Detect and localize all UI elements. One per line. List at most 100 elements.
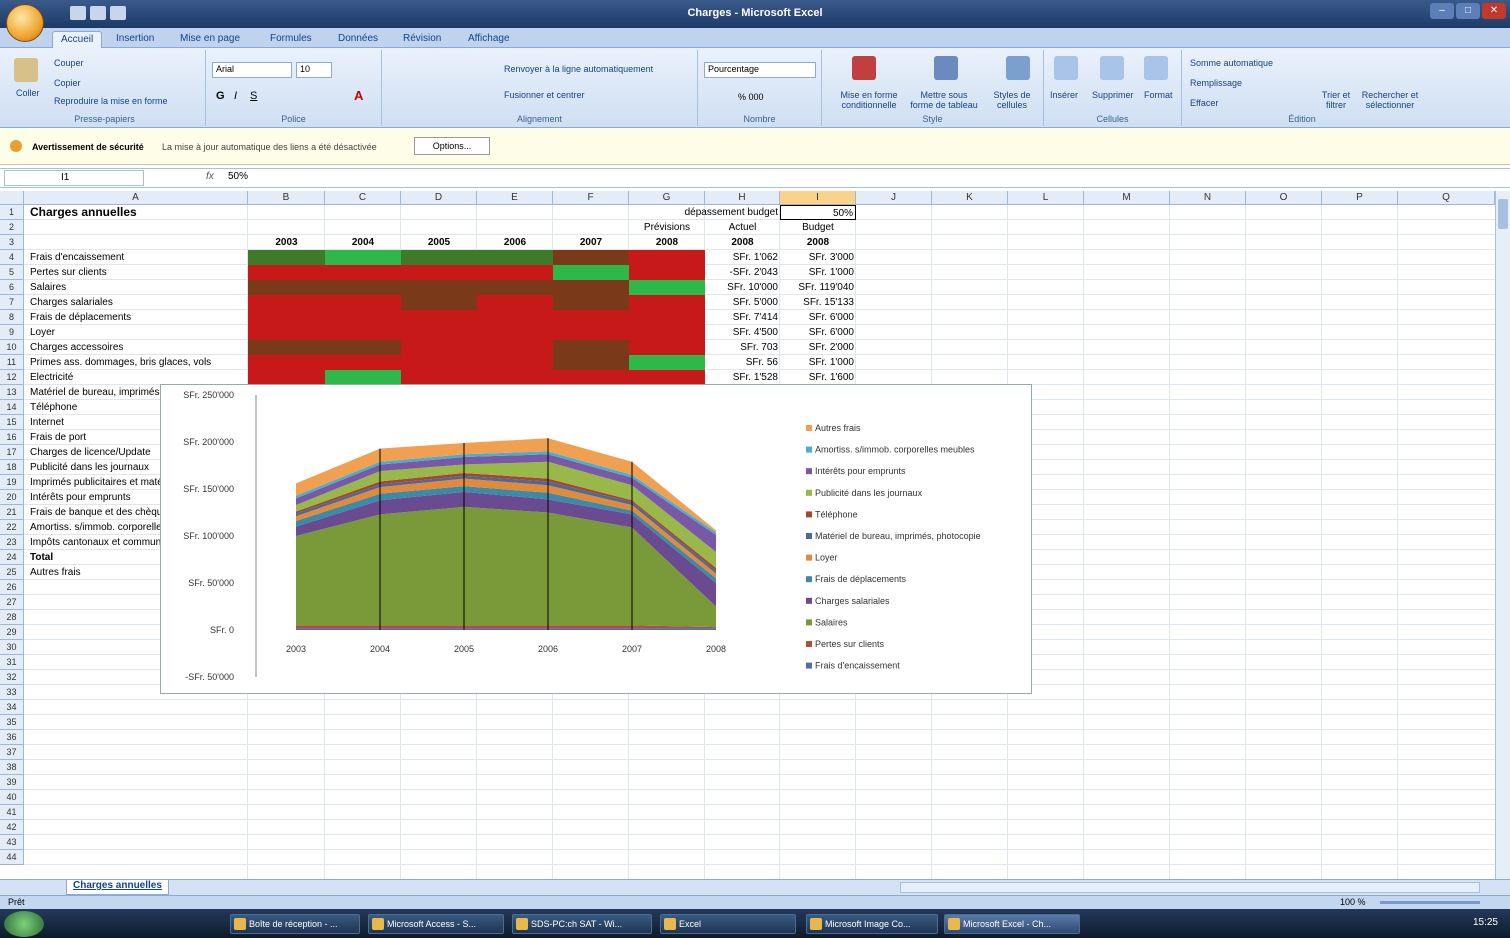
row-header[interactable]: 23 (0, 535, 24, 550)
row-header[interactable]: 42 (0, 820, 24, 835)
row-header[interactable]: 35 (0, 715, 24, 730)
row-header[interactable]: 33 (0, 685, 24, 700)
actual-value[interactable]: SFr. 1'528 (705, 370, 780, 385)
column-header-i[interactable]: I (780, 191, 856, 205)
name-box[interactable]: I1 (4, 170, 144, 186)
column-header-k[interactable]: K (932, 191, 1008, 205)
row-header[interactable]: 20 (0, 490, 24, 505)
heatmap-cell[interactable] (477, 370, 553, 385)
merge-center-button[interactable]: Fusionner et centrer (504, 90, 585, 100)
task-image[interactable]: Microsoft Image Co... (806, 914, 938, 934)
column-header-b[interactable]: B (248, 191, 325, 205)
column-header-f[interactable]: F (553, 191, 629, 205)
budget-value[interactable]: SFr. 1'000 (780, 355, 856, 370)
column-header-o[interactable]: O (1246, 191, 1322, 205)
heatmap-cell[interactable] (325, 340, 401, 355)
row-header[interactable]: 3 (0, 235, 24, 250)
formula-input[interactable]: 50% (228, 171, 248, 182)
insert-button[interactable]: Insérer (1050, 90, 1078, 100)
row-header[interactable]: 13 (0, 385, 24, 400)
heatmap-cell[interactable] (477, 280, 553, 295)
column-header-e[interactable]: E (477, 191, 553, 205)
font-name-select[interactable]: Arial (212, 62, 292, 78)
row-header[interactable]: 11 (0, 355, 24, 370)
sort-filter-button[interactable]: Trier et filtrer (1314, 90, 1358, 110)
column-header-n[interactable]: N (1170, 191, 1246, 205)
heatmap-cell[interactable] (477, 295, 553, 310)
format-painter-button[interactable]: Reproduire la mise en forme (54, 96, 168, 106)
heatmap-cell[interactable] (629, 250, 705, 265)
row-header[interactable]: 24 (0, 550, 24, 565)
row-header[interactable]: 27 (0, 595, 24, 610)
heatmap-cell[interactable] (401, 370, 477, 385)
row-header[interactable]: 5 (0, 265, 24, 280)
heatmap-cell[interactable] (248, 295, 325, 310)
tab-accueil[interactable]: Accueil (52, 31, 103, 48)
heatmap-cell[interactable] (477, 310, 553, 325)
area-chart[interactable]: SFr. 250'000 SFr. 200'000 SFr. 150'000 SFr.… (160, 384, 1032, 694)
scroll-thumb[interactable] (1498, 199, 1508, 229)
column-header-c[interactable]: C (325, 191, 401, 205)
maximize-button[interactable]: □ (1456, 3, 1480, 19)
row-header[interactable]: 34 (0, 700, 24, 715)
actual-value[interactable]: -SFr. 2'043 (705, 265, 780, 280)
heatmap-cell[interactable] (325, 250, 401, 265)
heatmap-cell[interactable] (325, 355, 401, 370)
heatmap-cell[interactable] (629, 325, 705, 340)
column-header-m[interactable]: M (1084, 191, 1170, 205)
column-header-g[interactable]: G (629, 191, 705, 205)
actual-value[interactable]: SFr. 1'062 (705, 250, 780, 265)
heatmap-cell[interactable] (401, 280, 477, 295)
column-header-p[interactable]: P (1322, 191, 1398, 205)
budget-value[interactable]: SFr. 119'040 (780, 280, 856, 295)
row-header[interactable]: 10 (0, 340, 24, 355)
heatmap-cell[interactable] (629, 370, 705, 385)
heatmap-cell[interactable] (553, 265, 629, 280)
heatmap-cell[interactable] (629, 310, 705, 325)
heatmap-cell[interactable] (553, 340, 629, 355)
row-header[interactable]: 8 (0, 310, 24, 325)
budget-value[interactable]: SFr. 1'000 (780, 265, 856, 280)
heatmap-cell[interactable] (553, 325, 629, 340)
column-header-q[interactable]: Q (1398, 191, 1495, 205)
heatmap-cell[interactable] (248, 280, 325, 295)
underline-button[interactable]: S (250, 90, 257, 102)
actual-value[interactable]: SFr. 4'500 (705, 325, 780, 340)
zoom-level[interactable]: 100 % (1340, 897, 1366, 907)
overrun-input[interactable]: 50% (780, 205, 856, 220)
vertical-scrollbar[interactable] (1495, 191, 1510, 879)
percent-button[interactable]: % 000 (738, 92, 764, 102)
row-header[interactable]: 19 (0, 475, 24, 490)
start-button[interactable] (4, 911, 44, 937)
font-size-select[interactable]: 10 (296, 62, 332, 78)
heatmap-cell[interactable] (325, 295, 401, 310)
heatmap-cell[interactable] (401, 340, 477, 355)
heatmap-cell[interactable] (401, 295, 477, 310)
row-header[interactable]: 6 (0, 280, 24, 295)
delete-cells-icon[interactable] (1100, 56, 1124, 80)
budget-value[interactable]: SFr. 2'000 (780, 340, 856, 355)
heatmap-cell[interactable] (477, 250, 553, 265)
budget-value[interactable]: SFr. 6'000 (780, 310, 856, 325)
find-select-button[interactable]: Rechercher et sélectionner (1358, 90, 1422, 110)
row-header[interactable]: 22 (0, 520, 24, 535)
heatmap-cell[interactable] (248, 265, 325, 280)
heatmap-cell[interactable] (477, 325, 553, 340)
row-header[interactable]: 43 (0, 835, 24, 850)
tab-insertion[interactable]: Insertion (108, 31, 162, 48)
heatmap-cell[interactable] (325, 265, 401, 280)
row-header[interactable]: 31 (0, 655, 24, 670)
table-format-icon[interactable] (934, 56, 958, 80)
column-header-a[interactable]: A (24, 191, 248, 205)
row-header[interactable]: 40 (0, 790, 24, 805)
heatmap-cell[interactable] (629, 295, 705, 310)
row-header[interactable]: 44 (0, 850, 24, 865)
row-header[interactable]: 26 (0, 580, 24, 595)
actual-value[interactable]: SFr. 7'414 (705, 310, 780, 325)
sheet-tab-charges[interactable]: Charges annuelles (66, 880, 169, 895)
heatmap-cell[interactable] (248, 340, 325, 355)
heatmap-cell[interactable] (553, 355, 629, 370)
column-header-h[interactable]: H (705, 191, 780, 205)
heatmap-cell[interactable] (248, 250, 325, 265)
budget-value[interactable]: SFr. 6'000 (780, 325, 856, 340)
